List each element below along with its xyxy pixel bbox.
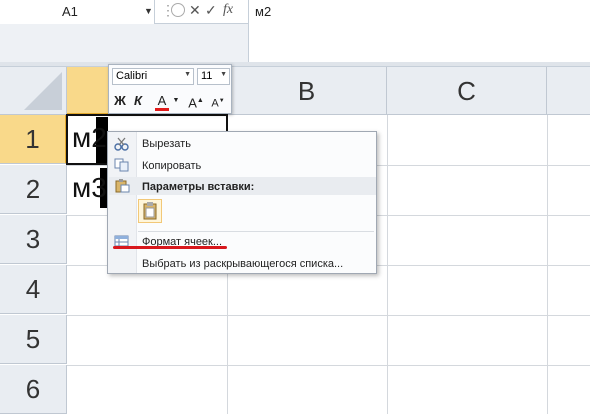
font-name-value: Calibri [116, 70, 148, 82]
chevron-down-icon[interactable]: ▼ [144, 6, 153, 16]
menu-paste-options-label: Параметры вставки: [142, 181, 255, 193]
copy-icon [114, 158, 130, 172]
context-menu: Вырезать Копировать Параметры вставки: Ф… [107, 131, 377, 274]
select-all-triangle-icon [24, 72, 62, 110]
scissors-icon [114, 137, 130, 151]
row-header-5[interactable]: 5 [0, 315, 67, 364]
menu-item-cut[interactable]: Вырезать [142, 138, 191, 150]
formula-bar-background [0, 24, 248, 62]
column-header-c[interactable]: C [387, 67, 547, 115]
menu-item-pick-from-list[interactable]: Выбрать из раскрывающегося списка... [142, 258, 343, 270]
red-underline-annotation [113, 246, 227, 249]
formula-buttons: ⋮ ✕ ✓ fx [157, 0, 243, 24]
grow-font-label: A [188, 95, 197, 111]
row-header-1[interactable]: 1 [0, 115, 67, 164]
formula-value: м2 [255, 4, 272, 19]
shrink-font-label: A [211, 97, 219, 110]
mini-toolbar: Calibri ▼ 11 ▼ Ж К А ▼ A▲ A▼ [108, 64, 232, 114]
font-name-select[interactable]: Calibri ▼ [112, 68, 194, 85]
circle-icon [171, 3, 185, 17]
clipboard-icon [114, 179, 130, 193]
paste-button[interactable] [138, 199, 162, 223]
shrink-font-button[interactable]: A▼ [209, 91, 227, 111]
name-box-value: A1 [62, 4, 78, 19]
grow-font-button[interactable]: A▲ [187, 91, 205, 111]
insert-function-icon[interactable]: fx [223, 2, 233, 18]
cancel-icon[interactable]: ✕ [189, 2, 201, 19]
row-header-3[interactable]: 3 [0, 215, 67, 264]
column-header-b[interactable]: B [227, 67, 387, 115]
font-color-swatch [155, 108, 169, 111]
select-all-corner[interactable] [0, 67, 67, 115]
row-header-2[interactable]: 2 [0, 165, 67, 214]
paste-clipboard-icon [143, 202, 157, 220]
formula-input[interactable]: м2 [248, 0, 590, 62]
chevron-down-icon[interactable]: ▼ [171, 91, 181, 111]
chevron-down-icon[interactable]: ▼ [220, 71, 227, 78]
name-box[interactable]: A1 ▼ [0, 0, 155, 24]
menu-item-copy[interactable]: Копировать [142, 160, 201, 172]
down-arrow-icon: ▼ [218, 98, 225, 104]
bold-button[interactable]: Ж [112, 91, 128, 111]
font-size-value: 11 [201, 70, 213, 82]
row-header-4[interactable]: 4 [0, 265, 67, 314]
font-size-select[interactable]: 11 ▼ [197, 68, 230, 85]
menu-icon-gutter [108, 132, 137, 273]
italic-button[interactable]: К [130, 91, 146, 111]
column-header-d[interactable] [547, 67, 590, 115]
cell-a2[interactable]: м3 [72, 172, 107, 204]
grid-line [67, 365, 590, 366]
grid-line [67, 315, 590, 316]
row-header-6[interactable]: 6 [0, 365, 67, 414]
up-arrow-icon: ▲ [196, 97, 204, 104]
menu-separator [138, 231, 374, 232]
enter-icon[interactable]: ✓ [205, 2, 217, 19]
chevron-down-icon[interactable]: ▼ [184, 71, 191, 78]
